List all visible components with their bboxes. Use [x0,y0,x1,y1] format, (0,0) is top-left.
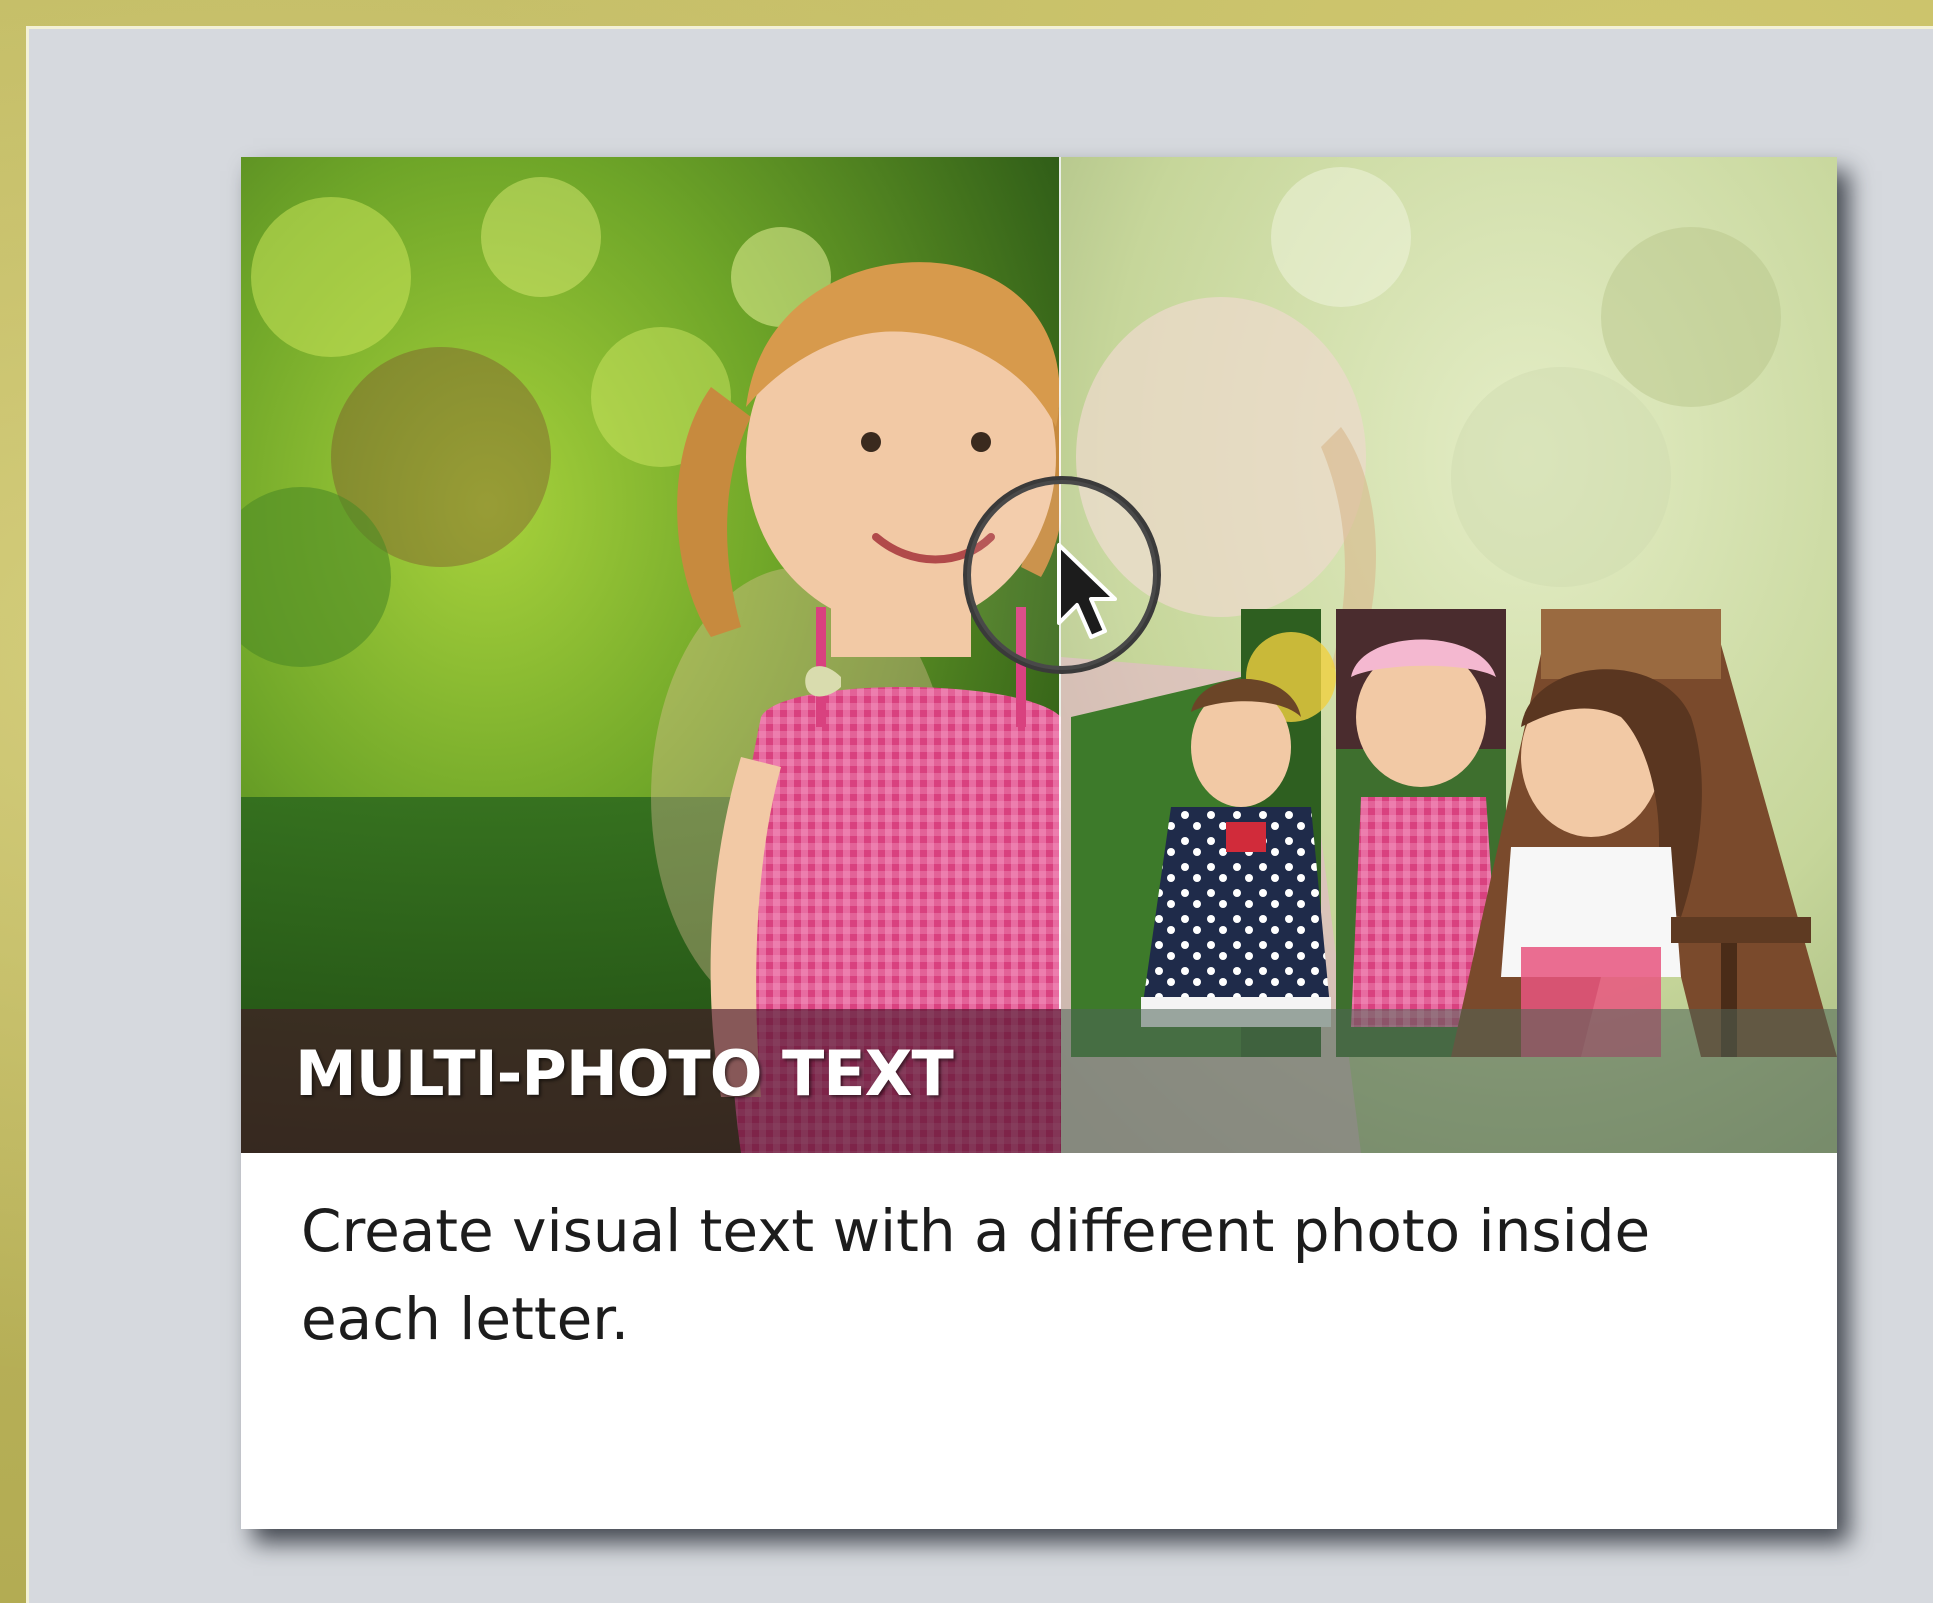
feature-card[interactable]: MULTI-PHOTO TEXT Create visual text with… [241,157,1837,1529]
preview-illustration [241,157,1837,1153]
card-title: MULTI-PHOTO TEXT [295,1037,954,1110]
multi-photo-text-letters-photo [1061,157,1837,1153]
before-after-preview[interactable] [241,157,1837,1153]
caption-overlay-right [1061,1009,1837,1153]
card-description: Create visual text with a different phot… [301,1197,1651,1353]
child-in-garden-photo [241,157,1061,1153]
content-panel: MULTI-PHOTO TEXT Create visual text with… [26,26,1933,1603]
